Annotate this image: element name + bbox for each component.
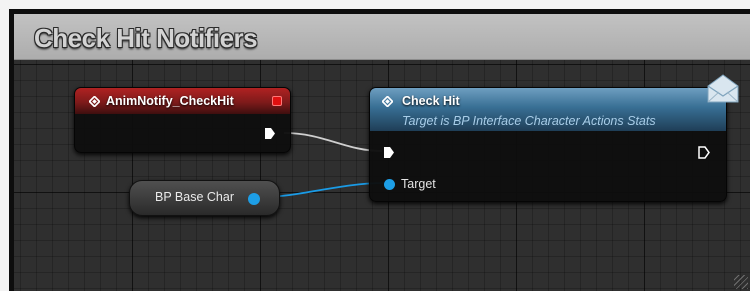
function-diamond-icon bbox=[382, 96, 393, 107]
message-icon bbox=[706, 74, 740, 104]
event-node-header[interactable]: AnimNotify_CheckHit bbox=[75, 88, 290, 114]
variable-node-label: BP Base Char bbox=[155, 190, 234, 204]
event-node-animnotify-checkhit[interactable]: AnimNotify_CheckHit bbox=[74, 87, 291, 153]
exec-wire[interactable] bbox=[283, 132, 383, 152]
event-node-title: AnimNotify_CheckHit bbox=[106, 94, 234, 108]
variable-node-bp-base-char[interactable]: BP Base Char bbox=[129, 180, 280, 216]
function-node-subtitle: Target is BP Interface Character Actions… bbox=[402, 114, 656, 128]
stop-icon bbox=[272, 96, 282, 106]
exec-out-pin[interactable] bbox=[264, 127, 276, 140]
target-pin[interactable] bbox=[384, 179, 395, 190]
variable-out-pin[interactable] bbox=[248, 193, 260, 205]
function-node-header[interactable]: Check Hit Target is BP Interface Charact… bbox=[370, 88, 726, 131]
function-node-check-hit[interactable]: Check Hit Target is BP Interface Charact… bbox=[369, 87, 727, 202]
function-node-title: Check Hit bbox=[402, 94, 460, 108]
target-pin-label: Target bbox=[401, 177, 436, 191]
event-diamond-icon bbox=[89, 96, 100, 107]
object-wire[interactable] bbox=[261, 182, 385, 198]
exec-then-pin[interactable] bbox=[698, 146, 710, 159]
exec-in-pin[interactable] bbox=[383, 146, 395, 159]
